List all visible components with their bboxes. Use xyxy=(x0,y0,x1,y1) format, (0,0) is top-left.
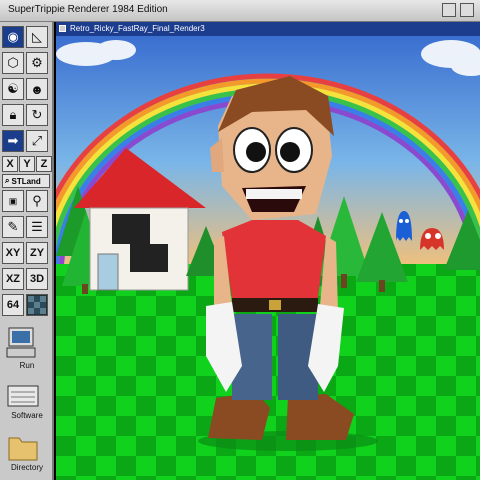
run-label: Run xyxy=(19,361,35,370)
settings-button[interactable]: ⚙ xyxy=(26,52,48,74)
camera-icon: ▣ xyxy=(8,195,18,206)
bits-64-button[interactable]: 64 xyxy=(2,294,24,316)
resize-icon: ⤢ xyxy=(31,133,43,148)
scale-button[interactable]: ⤢ xyxy=(26,130,48,152)
cube-icon: ⬡ xyxy=(7,55,19,70)
eye-icon: ◉ xyxy=(7,29,19,44)
software-desktop-icon[interactable]: Software xyxy=(6,380,48,420)
masks-button[interactable]: ☻ xyxy=(26,78,48,100)
redo-button[interactable]: ↻ xyxy=(26,104,48,126)
lock-button[interactable]: 🔒︎ xyxy=(2,104,24,126)
measure-button[interactable]: ◺ xyxy=(26,26,48,48)
directory-desktop-icon[interactable]: Directory xyxy=(6,432,48,472)
balance-button[interactable]: ☯ xyxy=(2,78,24,100)
magnifier-icon: ⌕ xyxy=(5,176,10,185)
view-xy-button[interactable]: XY xyxy=(2,242,24,264)
theater-masks-icon: ☻ xyxy=(30,81,44,97)
rendered-scene xyxy=(56,36,480,480)
viewport-title: Retro_Ricky_FastRay_Final_Render3 xyxy=(70,24,205,33)
keyboard-icon xyxy=(7,385,39,407)
stl-land-label: STLand xyxy=(11,176,41,186)
title-bar: SuperTrippie Renderer 1984 Edition xyxy=(0,0,480,22)
checker-icon xyxy=(28,296,46,314)
zoom-button[interactable]: ⚲ xyxy=(26,190,48,212)
view-zy-button[interactable]: ZY xyxy=(26,242,48,264)
axis-z-button[interactable]: Z xyxy=(36,156,52,172)
folder-icon xyxy=(8,437,38,461)
run-desktop-icon[interactable]: Run xyxy=(6,326,48,370)
viewport-title-bar: Retro_Ricky_FastRay_Final_Render3 xyxy=(56,22,480,36)
triangle-ruler-icon: ◺ xyxy=(32,29,42,44)
view-eye-button[interactable]: ◉ xyxy=(2,26,24,48)
render-viewport[interactable]: Retro_Ricky_FastRay_Final_Render3 xyxy=(56,22,480,480)
feather-icon: ✎ xyxy=(7,219,19,234)
view-xz-button[interactable]: XZ xyxy=(2,268,24,290)
maximize-button[interactable] xyxy=(460,3,474,17)
yin-yang-icon: ☯ xyxy=(7,81,19,96)
axis-x-button[interactable]: X xyxy=(2,156,18,172)
view-3d-button[interactable]: 3D xyxy=(26,268,48,290)
lock-icon: 🔒︎ xyxy=(9,107,17,122)
axis-y-button[interactable]: Y xyxy=(19,156,35,172)
viewport-close-box[interactable] xyxy=(59,25,66,32)
minimize-button[interactable] xyxy=(442,3,456,17)
move-button[interactable]: ➡ xyxy=(2,130,24,152)
app-title: SuperTrippie Renderer 1984 Edition xyxy=(8,4,168,15)
window-controls xyxy=(442,3,474,17)
magnifier-icon: ⚲ xyxy=(32,193,42,208)
gear-icon: ⚙ xyxy=(31,55,43,70)
camera-button[interactable]: ▣ xyxy=(2,190,24,212)
directory-label: Directory xyxy=(10,463,43,472)
tool-palette: ◉ ◺ ⬡ ⚙ ☯ ☻ 🔒︎ ↻ ➡ ⤢ X Y Z ⌕ STLand ▣ ⚲ … xyxy=(0,22,54,480)
texture-button[interactable] xyxy=(26,294,48,316)
brush-button[interactable]: ✎ xyxy=(2,216,24,238)
computer-icon xyxy=(6,327,36,358)
stack-icon: ☰ xyxy=(31,219,43,234)
layers-button[interactable]: ☰ xyxy=(26,216,48,238)
software-label: Software xyxy=(11,411,43,420)
stl-land-button[interactable]: ⌕ STLand xyxy=(2,174,50,188)
cube-button[interactable]: ⬡ xyxy=(2,52,24,74)
redo-icon: ↻ xyxy=(31,107,43,122)
arrow-right-icon: ➡ xyxy=(7,133,19,148)
